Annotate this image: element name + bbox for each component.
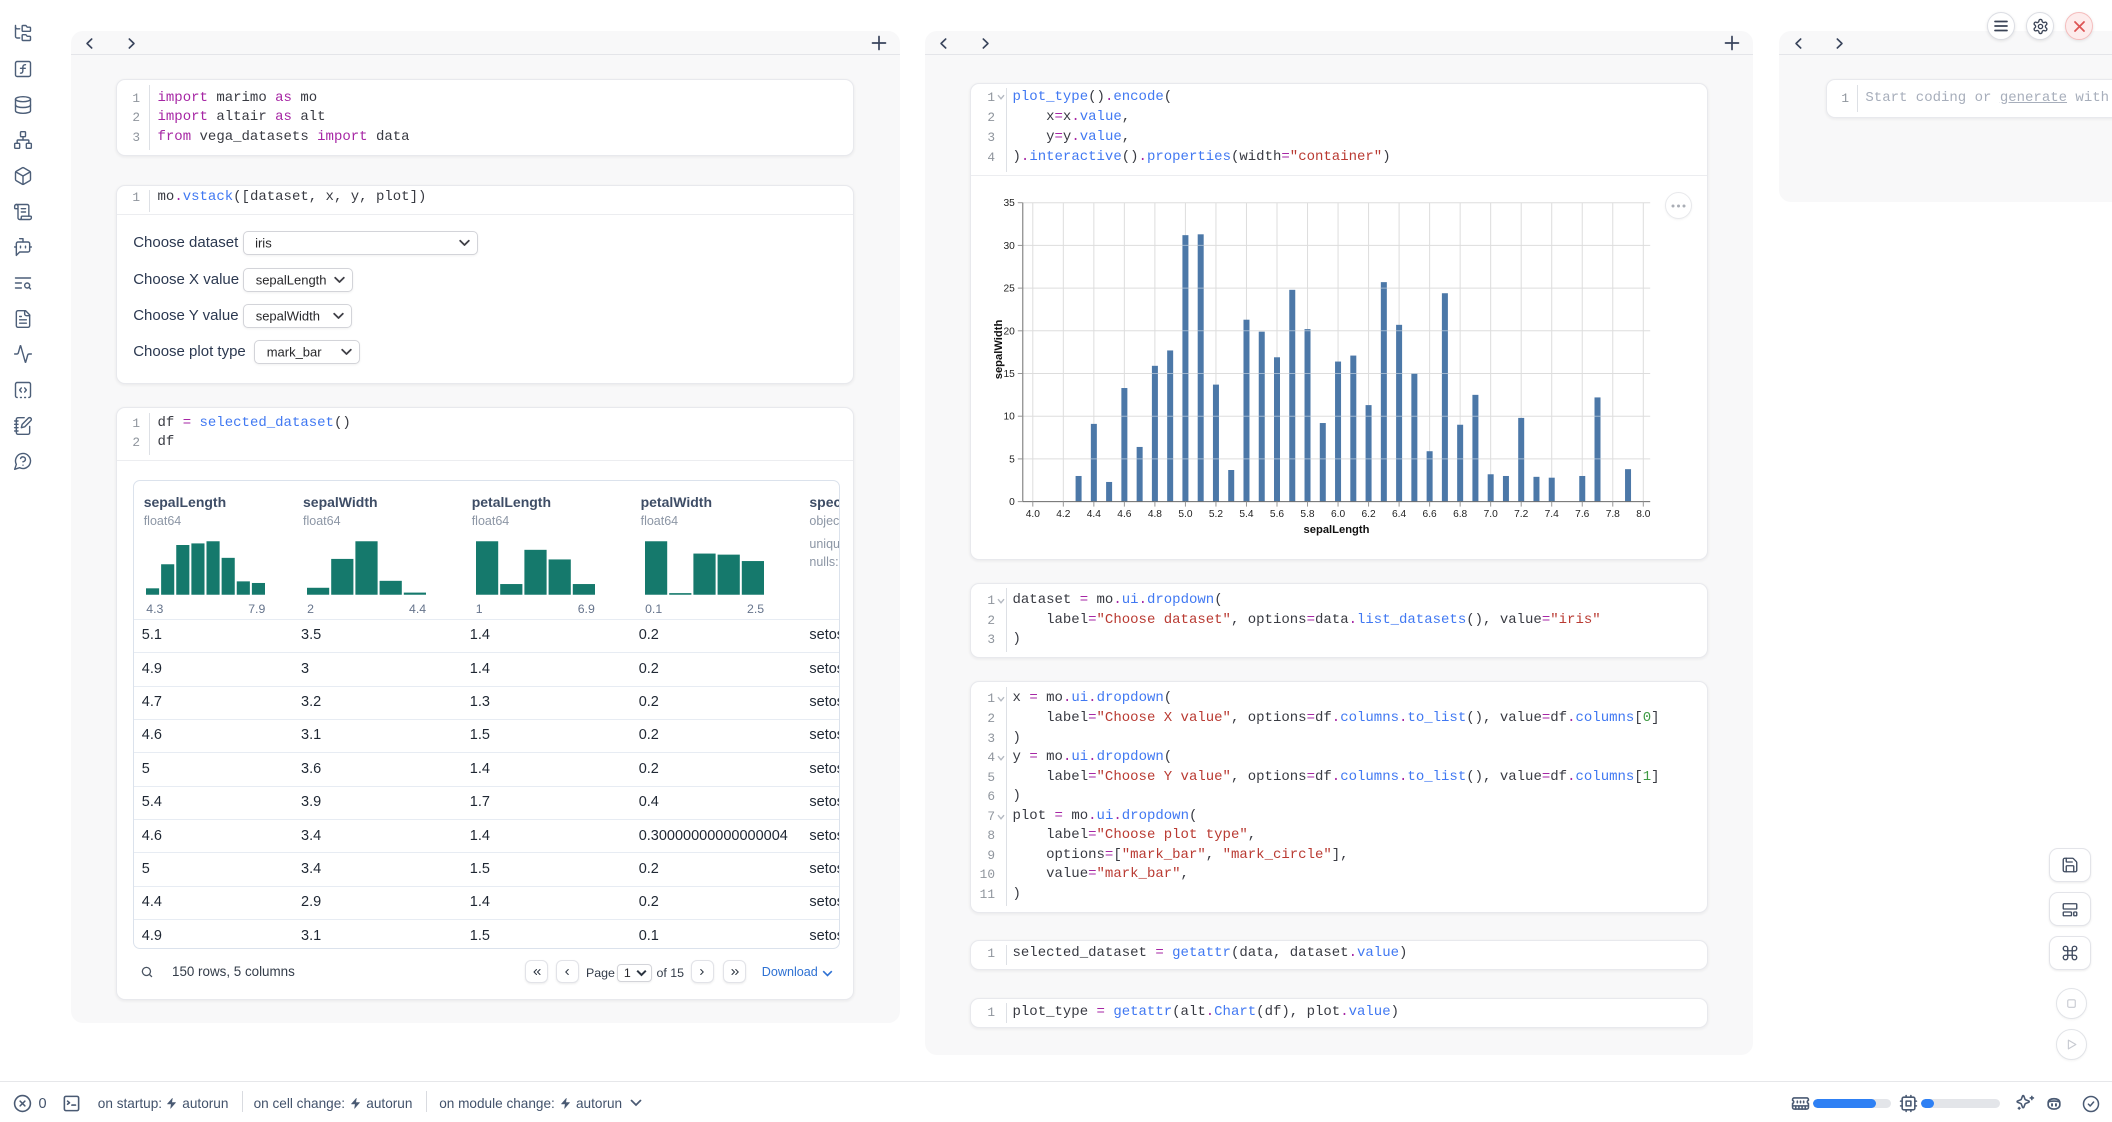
svg-text:7.8: 7.8 (1605, 509, 1619, 520)
svg-text:5: 5 (1009, 454, 1015, 465)
svg-text:30: 30 (1003, 241, 1015, 252)
svg-text:6.4: 6.4 (1392, 509, 1406, 520)
svg-text:7.6: 7.6 (1575, 509, 1589, 520)
svg-text:5.6: 5.6 (1269, 509, 1283, 520)
svg-text:5.8: 5.8 (1300, 509, 1314, 520)
svg-text:7.0: 7.0 (1483, 509, 1497, 520)
svg-text:7.4: 7.4 (1544, 509, 1558, 520)
svg-text:4.6: 4.6 (1117, 509, 1131, 520)
svg-text:4.2: 4.2 (1056, 509, 1070, 520)
svg-text:4.4: 4.4 (1086, 509, 1100, 520)
svg-text:20: 20 (1003, 326, 1015, 337)
svg-text:4.0: 4.0 (1025, 509, 1039, 520)
svg-text:25: 25 (1003, 284, 1015, 295)
svg-text:sepalWidth: sepalWidth (992, 320, 1004, 380)
svg-text:7.2: 7.2 (1514, 509, 1528, 520)
svg-text:8.0: 8.0 (1636, 509, 1650, 520)
svg-text:15: 15 (1003, 369, 1015, 380)
svg-text:6.0: 6.0 (1330, 509, 1344, 520)
svg-text:5.2: 5.2 (1208, 509, 1222, 520)
svg-text:5.4: 5.4 (1239, 509, 1253, 520)
svg-text:6.2: 6.2 (1361, 509, 1375, 520)
svg-text:6.8: 6.8 (1453, 509, 1467, 520)
svg-text:4.8: 4.8 (1147, 509, 1161, 520)
svg-text:35: 35 (1003, 198, 1015, 209)
svg-text:0: 0 (1009, 497, 1015, 508)
svg-text:6.6: 6.6 (1422, 509, 1436, 520)
svg-text:10: 10 (1003, 412, 1015, 423)
svg-text:sepalLength: sepalLength (1303, 524, 1369, 536)
svg-text:5.0: 5.0 (1178, 509, 1192, 520)
